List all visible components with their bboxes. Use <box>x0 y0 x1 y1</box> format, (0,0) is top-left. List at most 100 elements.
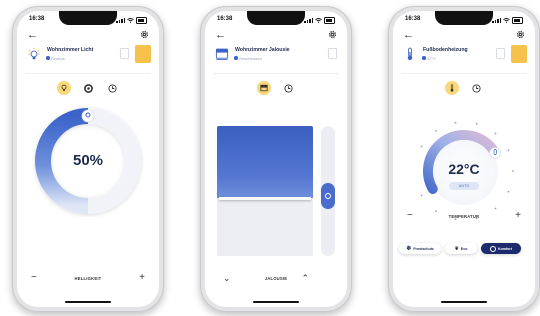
signal-icon <box>116 17 125 23</box>
temperature-value: 22°C <box>448 161 480 177</box>
leaf-icon: ❦ <box>454 245 459 252</box>
wifi-icon <box>503 17 510 23</box>
temperature-footer: − TEMPERATUR + <box>405 210 523 223</box>
dial-tick <box>494 132 497 135</box>
brightness-footer: − HELLIGKEIT + <box>29 272 147 285</box>
button-label: Eco <box>460 246 468 251</box>
favorite-toggle[interactable] <box>511 45 527 63</box>
clock-icon <box>107 83 117 93</box>
divider <box>213 73 339 74</box>
screen: 16:38 ← Wohnzimmer Jalousie Geschlossen <box>205 11 347 307</box>
footer-label: JALOUSIE <box>264 276 288 281</box>
tab-blind[interactable] <box>257 81 271 95</box>
status-time: 16:38 <box>29 16 45 22</box>
gear-icon[interactable] <box>140 30 149 39</box>
divider <box>25 73 151 74</box>
back-arrow-icon[interactable]: ← <box>403 29 414 41</box>
color-wheel-icon <box>83 83 93 93</box>
battery-icon <box>324 17 335 24</box>
brightness-value: 50% <box>72 152 104 169</box>
phone-blinds: 16:38 ← Wohnzimmer Jalousie Geschlossen <box>200 6 352 312</box>
status-time: 16:38 <box>217 16 233 22</box>
bookmark-icon[interactable] <box>496 48 505 59</box>
button-label: Frostschutz <box>413 246 434 251</box>
status-time: 16:38 <box>405 16 421 22</box>
blind-slider-track[interactable] <box>321 126 335 256</box>
device-title: Wohnzimmer Jalousie <box>235 47 290 53</box>
snowflake-icon: ❄ <box>406 246 412 252</box>
screen: 16:38 ← Wohnzimmer Licht Ein/Aus 50% − H… <box>17 11 159 307</box>
footer-label: HELLIGKEIT <box>74 276 102 281</box>
dial-tick <box>420 194 423 197</box>
battery-icon <box>136 17 147 24</box>
notch <box>59 11 117 25</box>
gear-icon[interactable] <box>516 30 525 39</box>
wifi-icon <box>315 17 322 23</box>
tab-light[interactable] <box>57 81 71 95</box>
gear-icon[interactable] <box>328 30 337 39</box>
thermometer-icon <box>407 47 413 61</box>
blind-slider-handle[interactable] <box>321 183 335 209</box>
tab-timer[interactable] <box>469 81 483 95</box>
status-dot <box>46 56 50 60</box>
status-icons <box>492 17 523 24</box>
dial-handle[interactable] <box>489 147 502 159</box>
button-label: Komfort <box>498 246 512 251</box>
dial-tick <box>507 190 510 193</box>
up-button[interactable]: ⌃ <box>301 272 309 284</box>
dial-tick <box>475 122 478 125</box>
home-indicator <box>441 300 487 303</box>
back-arrow-icon[interactable]: ← <box>215 29 226 41</box>
phone-heating: 16:38 ← Fußbodenheizung 22°C 22°C AUTO −… <box>388 6 540 312</box>
phone-light: 16:38 ← Wohnzimmer Licht Ein/Aus 50% − H… <box>12 6 164 312</box>
blind-footer: ⌄ JALOUSIE ⌃ <box>217 273 335 285</box>
clock-icon <box>471 83 481 93</box>
back-arrow-icon[interactable]: ← <box>27 29 38 41</box>
notch <box>247 11 305 25</box>
status-icons <box>116 17 147 24</box>
frost-protection-button[interactable]: ❄ Frostschutz <box>399 243 441 254</box>
status-icons <box>304 17 335 24</box>
comfort-button[interactable]: Komfort <box>481 243 521 254</box>
bookmark-icon[interactable] <box>328 48 337 59</box>
tab-color[interactable] <box>81 81 95 95</box>
device-subtitle: 22°C <box>427 56 436 61</box>
blind-panel <box>217 126 313 198</box>
bookmark-icon[interactable] <box>120 48 129 59</box>
blind-icon <box>260 84 268 92</box>
signal-icon <box>492 17 501 23</box>
footer-label: TEMPERATUR <box>448 214 480 219</box>
favorite-toggle[interactable] <box>135 45 151 63</box>
dial-tick <box>420 145 423 148</box>
tab-timer[interactable] <box>105 81 119 95</box>
home-indicator <box>253 300 299 303</box>
increase-button[interactable]: + <box>515 210 521 222</box>
lightbulb-icon <box>61 84 67 92</box>
wifi-icon <box>127 17 134 23</box>
clock-icon <box>283 83 293 93</box>
status-dot <box>234 56 238 60</box>
device-header: Wohnzimmer Jalousie Geschlossen <box>215 45 339 71</box>
device-subtitle: Ein/Aus <box>51 56 65 61</box>
notch <box>435 11 493 25</box>
divider <box>401 73 527 74</box>
battery-icon <box>512 17 523 24</box>
auto-badge: AUTO <box>449 182 479 190</box>
tab-timer[interactable] <box>281 81 295 95</box>
signal-icon <box>304 17 313 23</box>
blind-icon <box>215 48 229 61</box>
dial-tick <box>435 130 437 132</box>
thermometer-icon <box>450 84 454 92</box>
dial-tick <box>507 149 510 152</box>
increase-button[interactable]: + <box>139 272 145 284</box>
mode-tabs <box>393 81 535 95</box>
device-header: Wohnzimmer Licht Ein/Aus <box>27 45 151 71</box>
tab-temperature[interactable] <box>445 81 459 95</box>
device-subtitle: Geschlossen <box>239 56 263 61</box>
mode-tabs <box>205 81 347 95</box>
dial-handle[interactable] <box>81 109 95 123</box>
eco-button[interactable]: ❦ Eco <box>445 243 477 254</box>
comfort-icon <box>490 245 496 252</box>
blind-window <box>217 126 313 256</box>
mode-tabs <box>17 81 159 95</box>
